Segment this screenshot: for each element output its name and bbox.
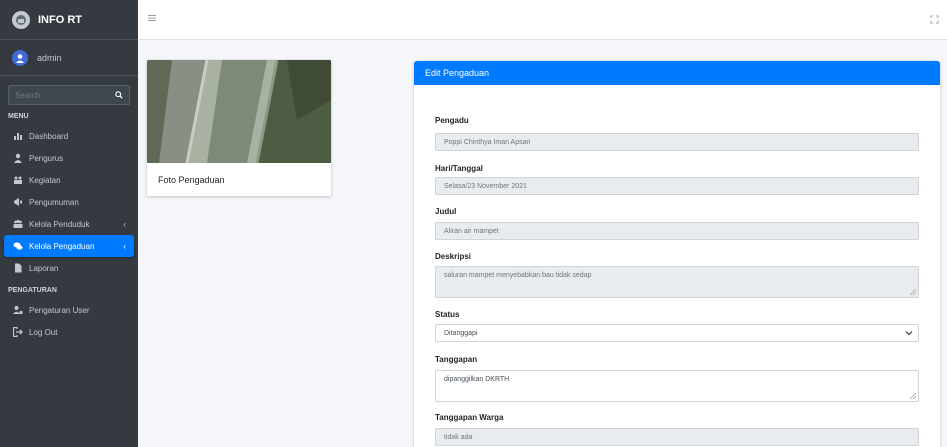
tanggapan-label: Tanggapan <box>435 355 478 364</box>
sidebar-item-label: Pengaturan User <box>29 305 90 315</box>
bullhorn-icon <box>12 197 23 207</box>
sidebar-item-label: Log Out <box>29 327 58 337</box>
sidebar-item-pengumuman[interactable]: Pengumuman <box>4 191 134 213</box>
people-icon <box>12 175 23 185</box>
deskripsi-textarea[interactable]: saluran mampet menyebabkan bau tidak sed… <box>435 266 919 298</box>
resize-handle-icon[interactable] <box>910 393 916 399</box>
tanggapan-textarea[interactable]: dipanggilkan DKRTH <box>435 370 919 402</box>
users-icon <box>12 219 23 229</box>
sidebar-item-label: Laporan <box>29 263 59 273</box>
nav-header-menu: MENU <box>8 113 29 120</box>
photo-caption: Foto Pengaduan <box>158 175 225 185</box>
sign-out-icon <box>12 327 23 337</box>
sidebar-item-pengaturan-user[interactable]: Pengaturan User <box>4 299 134 321</box>
sidebar-item-kelola-penduduk[interactable]: Kelola Penduduk ‹ <box>4 213 134 235</box>
user-cog-icon <box>12 305 23 315</box>
resize-handle-icon[interactable] <box>910 289 916 295</box>
search-button[interactable] <box>108 85 130 105</box>
top-navbar <box>138 0 947 40</box>
sidebar-item-kegiatan[interactable]: Kegiatan <box>4 169 134 191</box>
hamburger-menu-icon[interactable] <box>147 13 157 23</box>
sidebar-item-label: Kelola Penduduk <box>29 219 90 229</box>
nav-header-settings: PENGATURAN <box>8 287 57 294</box>
tanggal-label: Hari/Tanggal <box>435 164 483 173</box>
status-label: Status <box>435 310 460 319</box>
sidebar: INFO RT admin MENU Dashboard Pengurus Ke… <box>0 0 138 447</box>
status-selected-value: Ditanggapi <box>444 330 478 337</box>
complaint-photo[interactable] <box>147 60 331 163</box>
sidebar-search <box>8 85 130 105</box>
user-panel[interactable]: admin <box>0 40 138 76</box>
comments-icon <box>12 241 23 251</box>
chevron-down-icon <box>905 331 913 336</box>
judul-field[interactable]: Aliran air mampet <box>435 222 919 240</box>
chevron-left-icon: ‹ <box>123 219 126 229</box>
tanggal-field[interactable]: Selasa/23 November 2021 <box>435 177 919 195</box>
search-input[interactable] <box>8 85 108 105</box>
judul-label: Judul <box>435 207 457 216</box>
edit-complaint-card: Edit Pengaduan Pengadu Poppi Chinthya Im… <box>414 61 940 447</box>
user-name: admin <box>37 52 62 63</box>
pengadu-field[interactable]: Poppi Chinthya Iman Apsari <box>435 133 919 151</box>
user-icon <box>12 153 23 163</box>
tanggapan-value: dipanggilkan DKRTH <box>444 376 510 383</box>
chevron-left-icon: ‹ <box>123 241 126 251</box>
sidebar-item-label: Kelola Pengaduan <box>29 241 95 251</box>
tanggapan-warga-label: Tanggapan Warga <box>435 413 504 422</box>
brand-link[interactable]: INFO RT <box>0 0 138 40</box>
deskripsi-value: saluran mampet menyebabkan bau tidak sed… <box>444 272 592 279</box>
card-title: Edit Pengaduan <box>414 61 940 85</box>
chart-icon <box>12 131 23 141</box>
file-icon <box>12 263 23 273</box>
sidebar-item-dashboard[interactable]: Dashboard <box>4 125 134 147</box>
sidebar-item-label: Kegiatan <box>29 175 61 185</box>
search-icon <box>114 91 123 99</box>
photo-card: Foto Pengaduan <box>147 60 331 196</box>
sidebar-item-pengurus[interactable]: Pengurus <box>4 147 134 169</box>
avatar <box>12 49 28 66</box>
sidebar-item-kelola-pengaduan[interactable]: Kelola Pengaduan ‹ <box>4 235 134 257</box>
pengadu-label: Pengadu <box>435 116 469 125</box>
fullscreen-icon[interactable] <box>930 15 939 24</box>
sidebar-item-label: Dashboard <box>29 131 69 141</box>
status-select[interactable]: Ditanggapi <box>435 324 919 342</box>
tanggapan-warga-field[interactable]: tidak ada <box>435 428 919 446</box>
sidebar-item-laporan[interactable]: Laporan <box>4 257 134 279</box>
brand-logo-icon <box>12 10 30 29</box>
sidebar-item-label: Pengurus <box>29 153 64 163</box>
deskripsi-label: Deskripsi <box>435 252 472 261</box>
sidebar-item-logout[interactable]: Log Out <box>4 321 134 343</box>
sidebar-item-label: Pengumuman <box>29 197 79 207</box>
brand-title: INFO RT <box>38 13 82 26</box>
